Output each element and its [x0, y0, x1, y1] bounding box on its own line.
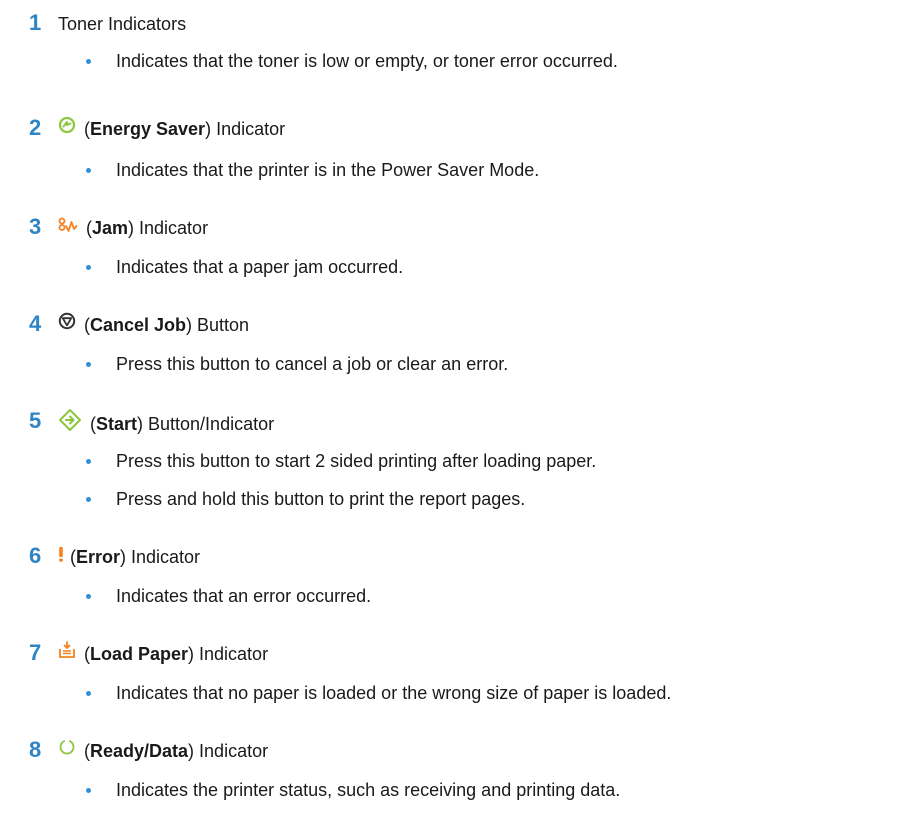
indicator-name: Error — [76, 547, 121, 567]
bullet-text: Indicates that no paper is loaded or the… — [116, 683, 672, 703]
cancel-job-icon — [58, 312, 76, 336]
item-title: Toner Indicators — [58, 12, 186, 36]
indicator-name: Jam — [92, 218, 129, 238]
bullet-dot — [86, 265, 91, 270]
indicator-type: ) Indicator — [128, 218, 209, 238]
bullet-item: Press and hold this button to print the … — [86, 486, 906, 512]
indicator-type: ) Indicator — [188, 644, 269, 664]
ready-data-icon — [58, 738, 76, 762]
indicator-name: Load Paper — [90, 644, 189, 664]
bullet-dot — [86, 59, 91, 64]
bullet-text: Indicates the printer status, such as re… — [116, 780, 621, 800]
bullet-dot — [86, 459, 91, 464]
item-number: 5 — [29, 408, 42, 433]
bullet-item: Indicates that an error occurred. — [86, 583, 906, 609]
bullet-text: Press this button to start 2 sided print… — [116, 451, 597, 471]
bullet-dot — [86, 788, 91, 793]
item-title: (Energy Saver) Indicator — [58, 117, 285, 142]
item-number: 4 — [29, 311, 42, 336]
bullet-text: Indicates that a paper jam occurred. — [116, 257, 404, 277]
item-title: (Cancel Job) Button — [58, 313, 249, 338]
item-title: (Jam) Indicator — [58, 216, 208, 241]
item-number: 1 — [29, 10, 42, 35]
bullet-dot — [86, 497, 91, 502]
bullet-item: Press this button to start 2 sided print… — [86, 448, 906, 474]
indicator-name: Ready/Data — [90, 741, 189, 761]
bullet-dot — [86, 168, 91, 173]
bullet-item: Indicates the printer status, such as re… — [86, 777, 906, 803]
item-title: (Ready/Data) Indicator — [58, 739, 268, 764]
item-title: (Error) Indicator — [58, 545, 200, 570]
item-number: 8 — [29, 737, 42, 762]
item-number: 6 — [29, 543, 42, 568]
bullet-item: Indicates that the printer is in the Pow… — [86, 157, 906, 183]
bullet-dot — [86, 362, 91, 367]
indicator-type: ) Indicator — [205, 119, 286, 139]
bullet-item: Indicates that the toner is low or empty… — [86, 48, 906, 74]
item-title: (Load Paper) Indicator — [58, 641, 269, 667]
indicator-type: ) Button/Indicator — [137, 413, 275, 434]
bullet-text: Indicates that the printer is in the Pow… — [116, 160, 540, 180]
start-icon — [58, 408, 82, 438]
bullet-text: Press this button to cancel a job or cle… — [116, 354, 509, 374]
bullet-text: Indicates that an error occurred. — [116, 586, 372, 606]
indicator-name: Start — [96, 413, 138, 434]
indicator-type: ) Indicator — [120, 547, 201, 567]
item-number: 7 — [29, 640, 42, 665]
indicator-type: ) Indicator — [188, 741, 269, 761]
energy-saver-icon — [58, 116, 76, 140]
item-title: (Start) Button/Indicator — [58, 408, 275, 440]
load-paper-icon — [58, 641, 76, 665]
bullet-text: Indicates that the toner is low or empty… — [116, 51, 618, 71]
bullet-dot — [86, 691, 91, 696]
bullet-item: Press this button to cancel a job or cle… — [86, 351, 906, 377]
bullet-item: Indicates that no paper is loaded or the… — [86, 680, 906, 706]
error-icon — [58, 544, 64, 568]
indicator-type: ) Button — [186, 315, 250, 335]
jam-icon — [58, 215, 78, 239]
indicator-name: Energy Saver — [90, 119, 206, 139]
indicator-name: Cancel Job — [90, 315, 187, 335]
item-number: 3 — [29, 214, 42, 239]
bullet-text: Press and hold this button to print the … — [116, 489, 526, 509]
item-number: 2 — [29, 115, 42, 140]
title-text: Toner Indicators — [58, 14, 187, 34]
bullet-dot — [86, 594, 91, 599]
bullet-item: Indicates that a paper jam occurred. — [86, 254, 906, 280]
